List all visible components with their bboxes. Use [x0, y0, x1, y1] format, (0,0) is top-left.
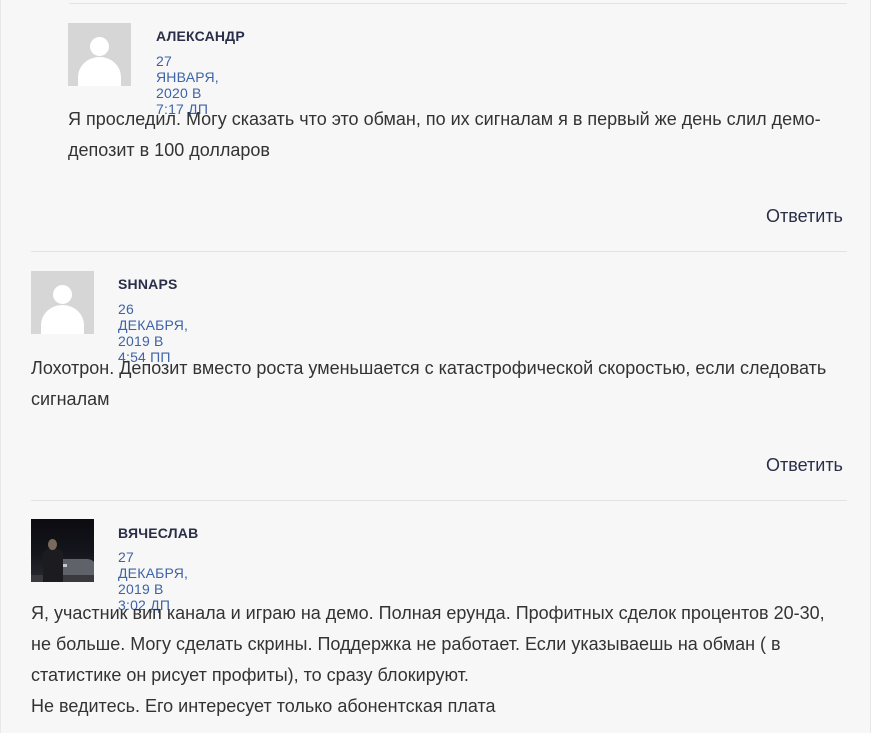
- comment-paragraph: Я, участник вип канала и играю на демо. …: [31, 603, 825, 685]
- reply-button[interactable]: Ответить: [766, 206, 843, 227]
- comment-divider: [69, 3, 847, 4]
- comment-author[interactable]: ВЯЧЕСЛАВ: [118, 525, 198, 541]
- reply-button[interactable]: Ответить: [766, 455, 843, 476]
- comment-paragraph: Не ведитесь. Его интересует только абоне…: [31, 696, 496, 716]
- user-photo-avatar: [31, 519, 94, 582]
- comments-panel: АЛЕКСАНДР 27 ЯНВАРЯ, 2020 В 7:17 ДП Я пр…: [0, 0, 871, 733]
- comment-author[interactable]: АЛЕКСАНДР: [156, 28, 245, 44]
- comment-text: Я, участник вип канала и играю на демо. …: [31, 598, 846, 722]
- default-avatar-icon: [68, 23, 131, 86]
- comment-paragraph: Лохотрон. Депозит вместо роста уменьшает…: [31, 358, 827, 409]
- comment-divider: [31, 251, 847, 252]
- comment-author[interactable]: SHNAPS: [118, 276, 178, 292]
- comment-divider: [31, 500, 847, 501]
- comment-text: Лохотрон. Депозит вместо роста уменьшает…: [31, 353, 831, 415]
- comment-paragraph: Я проследил. Могу сказать что это обман,…: [68, 109, 821, 160]
- default-avatar-icon: [31, 271, 94, 334]
- comment-text: Я проследил. Могу сказать что это обман,…: [68, 104, 838, 166]
